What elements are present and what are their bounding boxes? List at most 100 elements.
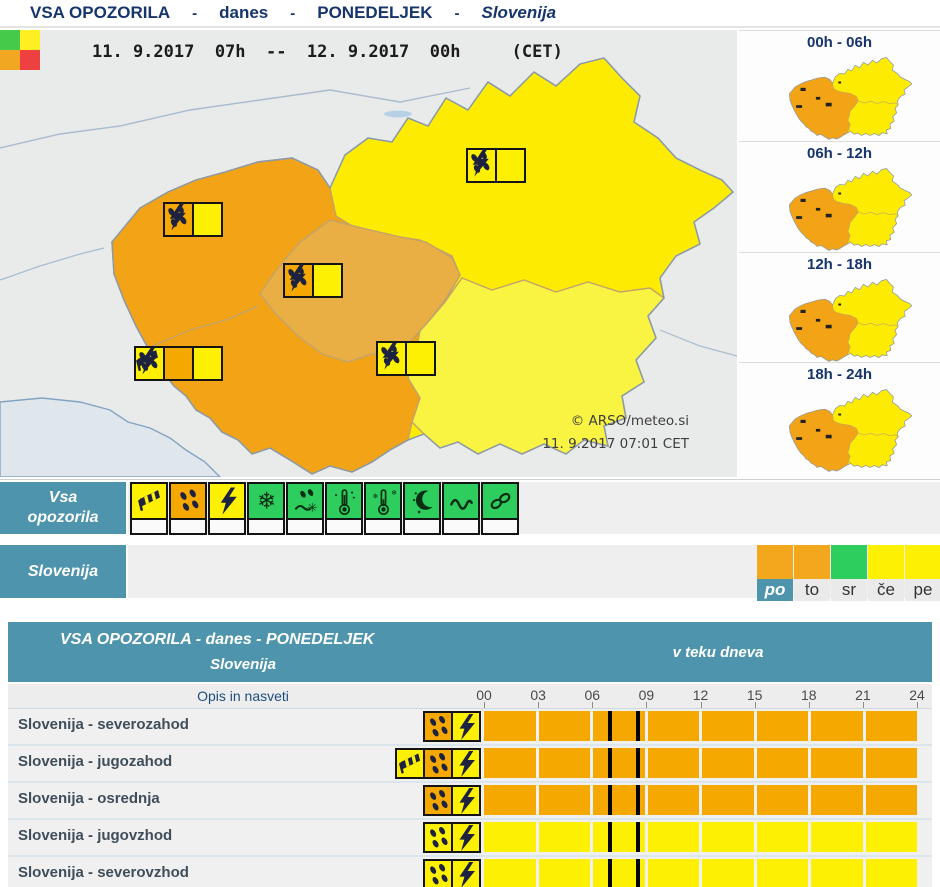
warning-filter-blank [208,520,246,535]
timeline-segment [811,711,863,741]
panel-06-12[interactable]: 06h - 12h [739,141,940,252]
timeline-segment [484,785,536,815]
mini-map[interactable] [739,52,940,145]
time-period-panels: 00h - 06h 06h - 12h 12h - 18h [739,30,940,477]
table-row-jugozahod[interactable]: Slovenija - jugozahod [8,746,932,783]
day-pe[interactable]: pe [905,545,940,601]
timeline-segment [484,748,536,778]
issued-timestamp: 11. 9.2017 07:01 CET [542,433,689,456]
table-row-osrednja[interactable]: Slovenija - osrednja [8,783,932,820]
hour-label-24: 24 [909,687,925,703]
rain-warning-icon [423,785,453,816]
legend-color-3 [20,50,40,70]
mini-map[interactable] [739,274,940,367]
timeline-segment [539,748,591,778]
timeline-segment [757,859,809,887]
mini-map[interactable] [739,163,940,256]
day-label: sr [831,579,867,601]
hour-tick [592,702,593,708]
table-column-header: Opis in nasveti 000306091215182124 [8,682,932,709]
timeline-segment [484,859,536,887]
mini-map[interactable] [739,384,940,477]
warning-filter-blank [169,520,207,535]
warning-filter-sea[interactable] [442,482,480,535]
svg-text:❄: ❄ [256,488,275,514]
panel-12-18[interactable]: 12h - 18h [739,252,940,363]
day-label: če [868,579,904,601]
svg-text:❄: ❄ [391,489,397,497]
hour-label-12: 12 [693,687,709,703]
warning-map[interactable]: 11. 9.2017 07h -- 12. 9.2017 00h (CET) [0,30,737,477]
svg-text:✳: ✳ [306,501,317,515]
timeline-segment [811,785,863,815]
rain-warning-icon [169,482,207,520]
timeline-segment [757,785,809,815]
panel-title: 06h - 12h [739,145,940,162]
day-color-box [905,545,940,579]
warning-filter-heat[interactable] [325,482,363,535]
row-warning-icons [8,748,481,779]
day-sr[interactable]: sr [831,545,867,601]
title-separator: - [192,5,197,22]
row-timeline [484,748,917,778]
slovenija-label[interactable]: Slovenija [0,545,126,598]
arso-warnings-page: VSA OPOZORILA - danes - PONEDELJEK - Slo… [0,0,940,887]
hour-tick [863,702,864,708]
day-color-box [757,545,793,579]
hour-tick [701,702,702,708]
warning-filter-cold[interactable]: ❄❄ [364,482,402,535]
wind-warning-icon [130,482,168,520]
current-time-line [608,785,612,815]
storm-warning-icon [451,785,481,816]
table-row-severozahod[interactable]: Slovenija - severozahod [8,709,932,746]
title-weekday: PONEDELJEK [317,3,432,23]
storm-warning-icon [451,822,481,853]
map-warnings-severovzhod[interactable] [466,148,526,183]
day-če[interactable]: če [868,545,904,601]
sleet-warning-icon: ✳ [286,482,324,520]
rain-warning-icon [423,711,453,742]
timeline-segment [702,822,754,852]
panel-00-06[interactable]: 00h - 06h [739,30,940,141]
wind-warning-icon [395,748,425,779]
row-timeline [484,822,917,852]
legend-color-1 [20,30,40,50]
storm-warning-icon [495,148,526,183]
rain-warning-icon [423,859,453,887]
map-warnings-jugovzhod[interactable] [376,341,436,376]
storm-warning-icon [451,859,481,887]
warning-filter-storm[interactable] [208,482,246,535]
region-band: Slovenija potosrčepe [0,545,940,602]
map-warnings-jugozahod[interactable] [134,346,223,381]
storm-warning-icon [312,263,343,298]
sea-warning-icon [442,482,480,520]
timeline-segment [484,711,536,741]
warning-type-strip: ❄ ✳ ❄❄ [130,482,520,535]
current-time-line [636,748,640,778]
timeline-segment [702,785,754,815]
row-warning-icons [8,822,481,853]
legend-color-2 [0,50,20,70]
map-warnings-osrednja[interactable] [283,263,343,298]
warning-filter-wind[interactable] [130,482,168,535]
current-time-line [608,711,612,741]
during-day-label: v teku dneva [568,644,868,661]
row-timeline [484,859,917,887]
table-row-severovzhod[interactable]: Slovenija - severovzhod [8,857,932,887]
panel-18-24[interactable]: 18h - 24h [739,362,940,473]
warning-filter-snow[interactable]: ❄ [247,482,285,535]
warning-filter-fog[interactable] [403,482,441,535]
day-po[interactable]: po [757,545,793,601]
warning-filter-sleet[interactable]: ✳ [286,482,324,535]
warning-filter-ice[interactable] [481,482,519,535]
table-row-jugovzhod[interactable]: Slovenija - jugovzhod [8,820,932,857]
title-all-warnings: VSA OPOZORILA [30,3,170,23]
validity-period: 11. 9.2017 07h -- 12. 9.2017 00h (CET) [92,42,563,62]
map-warnings-severozahod[interactable] [163,202,223,237]
all-warnings-label[interactable]: Vsa opozorila [0,482,126,534]
hour-label-15: 15 [747,687,763,703]
warning-filter-rain[interactable] [169,482,207,535]
day-to[interactable]: to [794,545,830,601]
severity-legend [0,30,40,70]
timeline-segment [648,748,700,778]
